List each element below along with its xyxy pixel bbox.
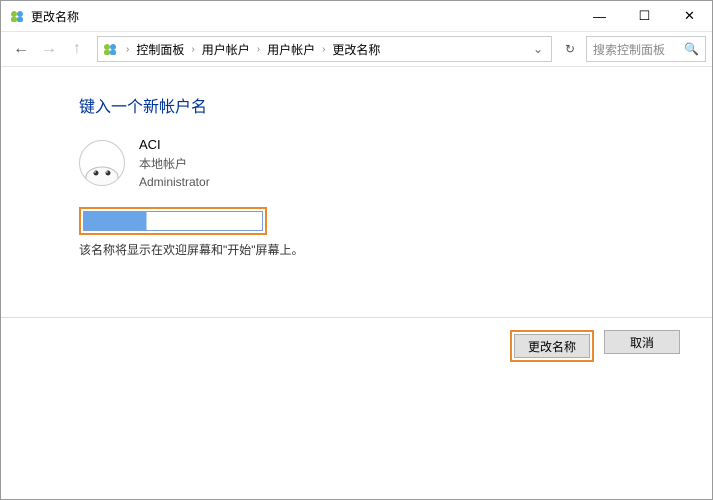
- cancel-button[interactable]: 取消: [604, 330, 680, 354]
- hint-text: 该名称将显示在欢迎屏幕和"开始"屏幕上。: [79, 241, 712, 258]
- chevron-right-icon: ›: [322, 44, 325, 55]
- forward-button[interactable]: →: [35, 35, 63, 63]
- account-info: ACI 本地帐户 Administrator: [79, 135, 712, 191]
- breadcrumb[interactable]: › 控制面板 › 用户帐户 › 用户帐户 › 更改名称 ⌄: [97, 36, 552, 62]
- account-role: Administrator: [139, 173, 210, 191]
- primary-button-highlight: 更改名称: [510, 330, 594, 362]
- titlebar: 更改名称 — ☐ ✕: [1, 1, 712, 31]
- search-input[interactable]: 搜索控制面板 🔍: [586, 36, 706, 62]
- breadcrumb-item[interactable]: 用户帐户: [199, 39, 253, 60]
- chevron-right-icon: ›: [126, 44, 129, 55]
- maximize-button[interactable]: ☐: [622, 1, 667, 31]
- minimize-button[interactable]: —: [577, 1, 622, 31]
- chevron-right-icon: ›: [191, 44, 194, 55]
- input-highlight-box: [79, 207, 267, 235]
- breadcrumb-item[interactable]: 控制面板: [133, 39, 187, 60]
- avatar: [79, 140, 125, 186]
- breadcrumb-icon: [102, 41, 118, 57]
- search-icon: 🔍: [684, 42, 699, 56]
- breadcrumb-item[interactable]: 用户帐户: [264, 39, 318, 60]
- breadcrumb-dropdown[interactable]: ⌄: [529, 42, 547, 56]
- main-content: 键入一个新帐户名 ACI 本地帐户 Administrator 该名称将显示在欢…: [1, 67, 712, 258]
- account-name: ACI: [139, 135, 210, 155]
- change-name-button[interactable]: 更改名称: [514, 334, 590, 358]
- navigation-bar: ← → ↑ › 控制面板 › 用户帐户 › 用户帐户 › 更改名称 ⌄ ↻ 搜索…: [1, 31, 712, 67]
- back-button[interactable]: ←: [7, 35, 35, 63]
- page-heading: 键入一个新帐户名: [79, 93, 712, 117]
- account-type: 本地帐户: [139, 155, 210, 173]
- button-row: 更改名称 取消: [1, 317, 712, 362]
- window-controls: — ☐ ✕: [577, 1, 712, 31]
- app-icon: [9, 8, 25, 24]
- refresh-button[interactable]: ↻: [558, 42, 582, 56]
- search-placeholder: 搜索控制面板: [593, 41, 684, 58]
- close-button[interactable]: ✕: [667, 1, 712, 31]
- window-title: 更改名称: [31, 8, 577, 25]
- breadcrumb-item[interactable]: 更改名称: [329, 39, 383, 60]
- chevron-right-icon: ›: [257, 44, 260, 55]
- new-name-input[interactable]: [83, 211, 263, 231]
- up-button[interactable]: ↑: [63, 35, 91, 63]
